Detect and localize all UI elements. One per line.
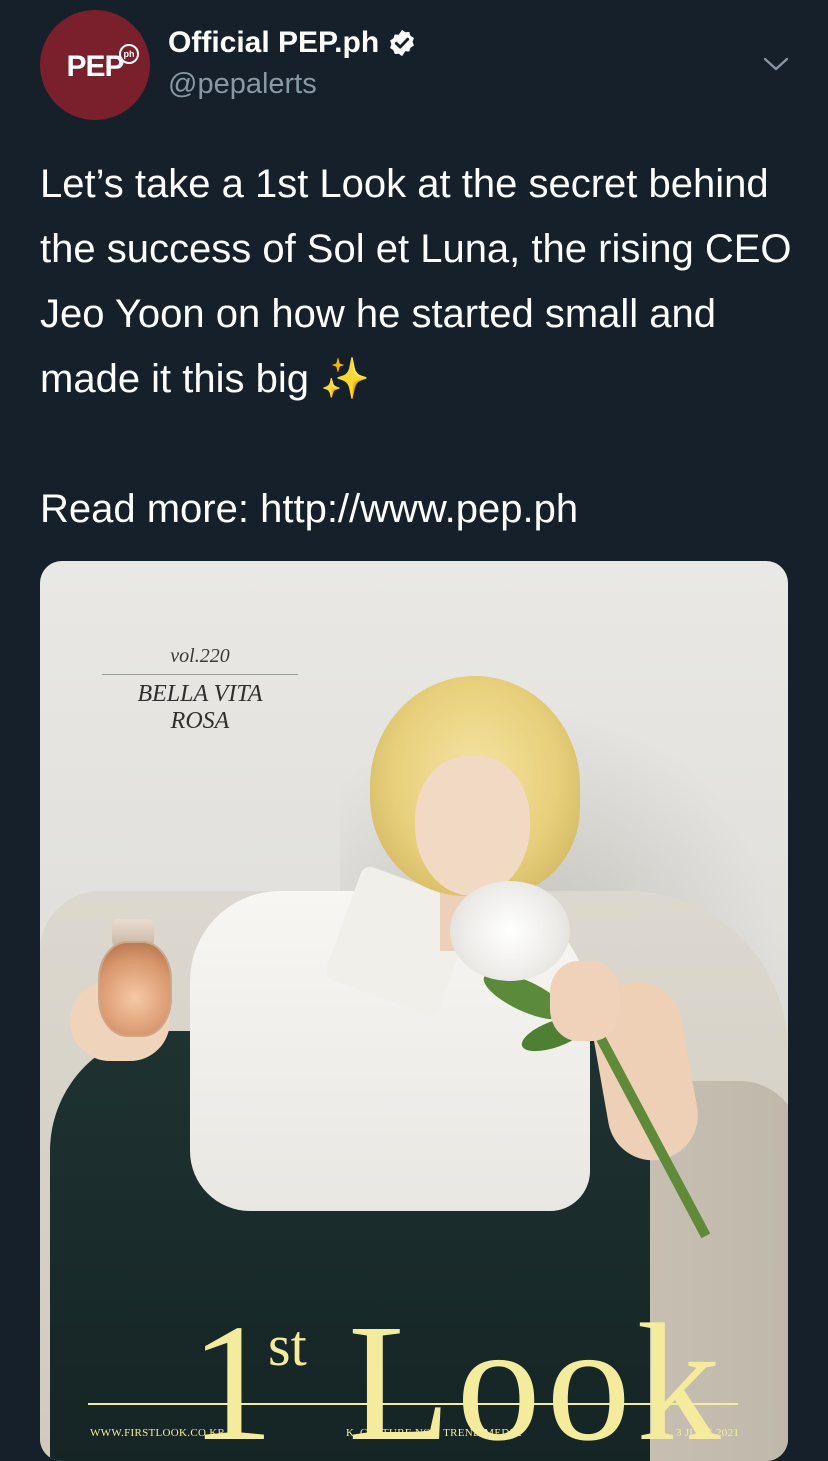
photo-flower	[450, 881, 570, 981]
cover-footer-date: 3 JUNE 2021	[676, 1427, 740, 1439]
avatar-logo-text: PEP	[66, 50, 124, 83]
cover-volume: vol.220	[102, 645, 298, 675]
cover-footer-tagline: K_CULTURE NO.1 TREND MEDIA	[346, 1427, 522, 1439]
tweet-header: PEP ph Official PEP.ph @pepalerts	[0, 0, 828, 130]
logo-superscript: st	[268, 1313, 307, 1378]
verified-badge-icon	[390, 29, 415, 57]
avatar-logo-badge: ph	[119, 44, 139, 64]
tweet-media-image[interactable]: vol.220 BELLA VITA ROSA 1 st Look WWW.FI…	[40, 561, 788, 1461]
display-name[interactable]: Official PEP.ph	[168, 26, 417, 60]
magazine-logo: 1 st Look	[90, 1281, 750, 1461]
logo-rule	[88, 1403, 738, 1405]
cover-title-line: BELLA VITA	[137, 681, 263, 707]
photo-perfume-bottle	[98, 941, 172, 1037]
cover-title: BELLA VITA ROSA	[102, 681, 298, 735]
photo-hand	[550, 961, 620, 1041]
cover-title-line: ROSA	[170, 708, 230, 734]
avatar[interactable]: PEP ph	[40, 10, 150, 120]
cover-footer-website: WWW.FIRSTLOOK.CO.KR	[90, 1427, 226, 1439]
chevron-down-icon[interactable]	[760, 52, 792, 76]
photo-face	[415, 756, 530, 896]
tweet-text: Let’s take a 1st Look at the secret behi…	[40, 162, 792, 531]
display-name-text: Official PEP.ph	[168, 26, 380, 59]
handle[interactable]: @pepalerts	[168, 68, 317, 101]
